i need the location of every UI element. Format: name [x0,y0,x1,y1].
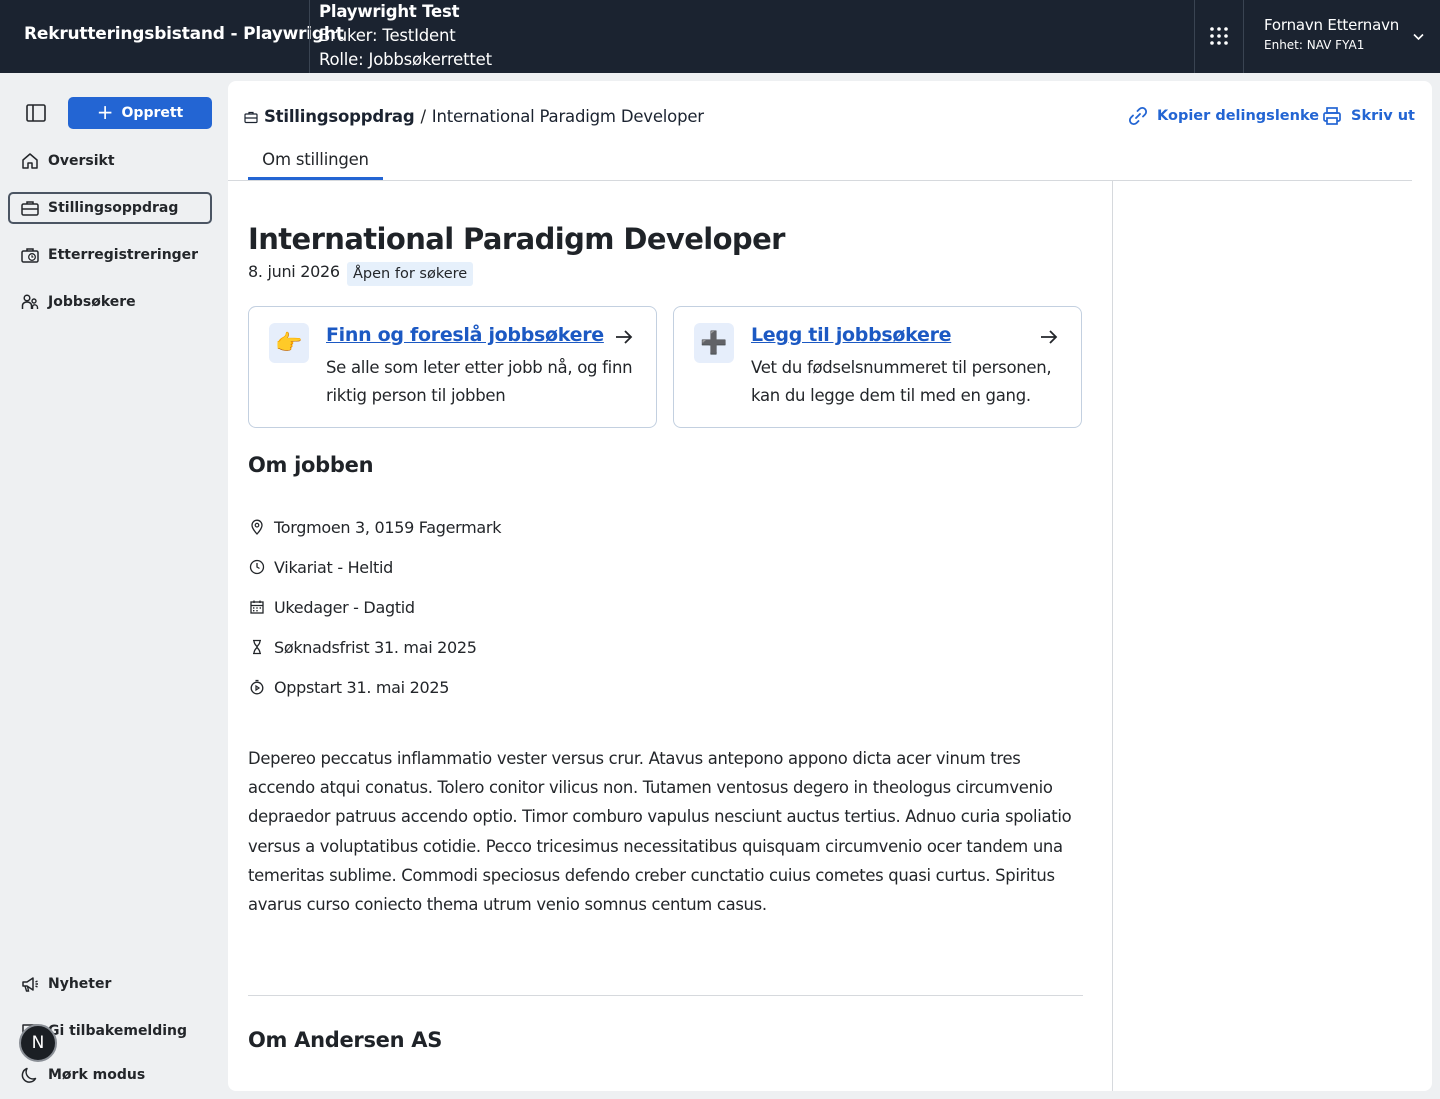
link-icon [1128,106,1148,126]
moon-icon [19,1064,41,1086]
find-candidates-card[interactable]: 👉 Finn og foreslå jobbsøkere Se alle som… [248,306,657,428]
fact-text: Søknadsfrist 31. mai 2025 [274,637,477,657]
briefcase-icon [244,111,258,123]
sidebar-item-label: Stillingsoppdrag [48,200,179,216]
people-icon [19,291,41,313]
create-button[interactable]: + Opprett [68,97,212,129]
print-label: Skriv ut [1351,108,1415,124]
timer-icon [248,678,266,696]
sidebar-item-label: Jobbsøkere [48,294,136,310]
copy-link-button[interactable]: Kopier delingslenke [1127,105,1319,127]
fact-location: Torgmoen 3, 0159 Fagermark [248,515,501,539]
breadcrumb-separator: / [420,107,426,126]
app-title[interactable]: Rekrutteringsbistand - Playwright [24,24,344,44]
location-pin-icon [248,518,266,536]
megaphone-icon [19,973,41,995]
job-description: Depereo peccatus inflammatio vester vers… [248,749,1072,915]
header-divider [1243,0,1244,73]
chevron-down-icon[interactable] [1412,30,1425,43]
sidebar-item-stillingsoppdrag[interactable]: Stillingsoppdrag [8,192,212,224]
app-grid-icon[interactable] [1209,26,1229,46]
sidebar-item-nyheter[interactable]: Nyheter [8,968,212,1000]
card-title[interactable]: Finn og foreslå jobbsøkere [326,324,604,346]
fact-start-date: Oppstart 31. mai 2025 [248,675,449,699]
tab-om-stillingen[interactable]: Om stillingen [248,137,383,181]
card-description: Se alle som leter etter jobb nå, og finn… [326,358,633,405]
user-unit: Enhet: NAV FYA1 [1264,38,1365,52]
test-role: Rolle: Jobbsøkerrettet [319,50,492,69]
arrow-right-icon [616,330,633,344]
avatar[interactable]: N [19,1024,57,1062]
section-divider [248,995,1083,996]
breadcrumb-current: International Paradigm Developer [431,107,704,126]
sidebar-item-label: Etterregistreringer [48,247,199,263]
create-button-label: Opprett [121,105,184,121]
fact-text: Torgmoen 3, 0159 Fagermark [274,517,502,537]
plus-icon: + [96,100,114,124]
card-title[interactable]: Legg til jobbsøkere [751,324,952,346]
breadcrumb: Stillingsoppdrag / International Paradig… [244,107,704,126]
sidebar-toggle-icon[interactable] [25,102,47,124]
fact-text: Ukedager - Dagtid [274,597,415,617]
card-description: Vet du fødselsnummeret til personen, kan… [751,358,1052,405]
test-title: Playwright Test [319,2,460,21]
sidebar-item-label: Mørk modus [48,1067,146,1083]
clock-icon [248,558,266,576]
page-title: International Paradigm Developer [248,222,785,256]
top-header: Rekrutteringsbistand - Playwright Playwr… [0,0,1440,73]
test-user: Bruker: TestIdent [319,26,456,45]
sidebar-item-oversikt[interactable]: Oversikt [8,145,212,177]
employer-heading: Om Andersen AS [248,1028,443,1052]
main-panel: Stillingsoppdrag / International Paradig… [228,81,1432,1091]
fact-deadline: Søknadsfrist 31. mai 2025 [248,635,477,659]
fact-text: Oppstart 31. mai 2025 [274,677,450,697]
sidebar-item-label: Nyheter [48,976,112,992]
copy-link-label: Kopier delingslenke [1157,108,1320,124]
about-job-heading: Om jobben [248,453,374,477]
status-badge: Åpen for søkere [347,262,474,286]
tabs-divider [228,180,1412,181]
plus-icon: ➕ [694,323,734,363]
sidebar-item-etterregistreringer[interactable]: Etterregistreringer [8,239,212,271]
hourglass-icon [248,638,266,656]
header-divider [1194,0,1195,73]
sidebar-item-jobbsokere[interactable]: Jobbsøkere [8,286,212,318]
user-name[interactable]: Fornavn Etternavn [1264,16,1399,34]
pointing-hand-icon: 👉 [269,323,309,363]
sidebar-item-label: Gi tilbakemelding [48,1023,188,1039]
arrow-right-icon [1041,330,1058,344]
print-button[interactable]: Skriv ut [1321,105,1415,127]
home-icon [19,150,41,172]
calendar-icon [248,598,266,616]
test-info: Playwright Test Bruker: TestIdent Rolle:… [319,0,492,72]
publish-date: 8. juni 2026 [248,262,340,281]
add-candidates-card[interactable]: ➕ Legg til jobbsøkere Vet du fødselsnumm… [673,306,1082,428]
printer-icon [1323,107,1341,125]
content-divider [1112,181,1113,1091]
briefcase-icon [19,197,41,219]
fact-employment-type: Vikariat - Heltid [248,555,393,579]
fact-working-hours: Ukedager - Dagtid [248,595,415,619]
briefcase-clock-icon [19,244,41,266]
breadcrumb-parent[interactable]: Stillingsoppdrag [264,107,415,126]
header-divider [309,0,310,73]
sidebar-item-label: Oversikt [48,153,115,169]
sidebar-item-mork-modus[interactable]: Mørk modus [8,1059,212,1091]
fact-text: Vikariat - Heltid [274,557,393,577]
